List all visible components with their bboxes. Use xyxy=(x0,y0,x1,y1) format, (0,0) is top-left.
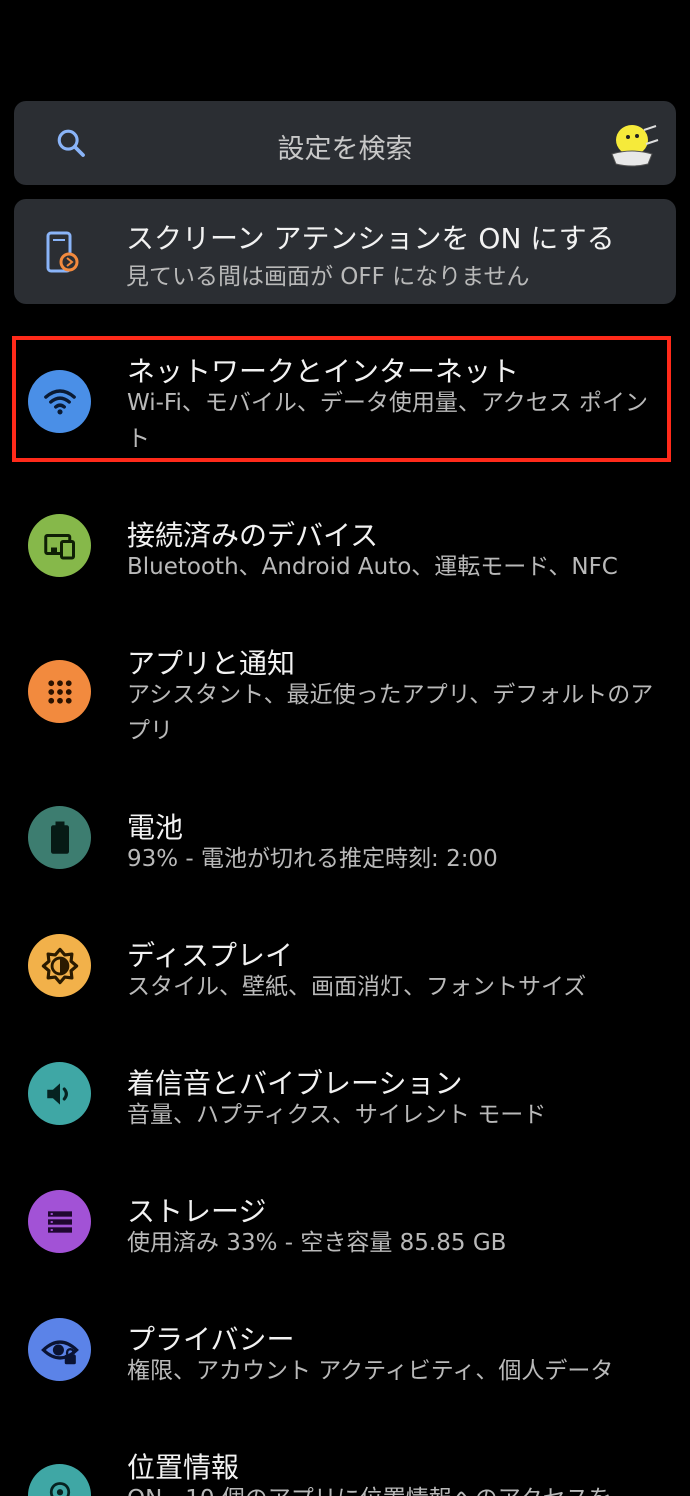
settings-item-sound[interactable]: 着信音とバイブレーション 音量、ハプティクス、サイレント モード xyxy=(0,1060,690,1150)
settings-item-storage[interactable]: ストレージ 使用済み 33% - 空き容量 85.85 GB xyxy=(0,1188,690,1278)
suggestion-card[interactable]: スクリーン アテンションを ON にする 見ている間は画面が OFF になりませ… xyxy=(14,199,676,304)
settings-item-subtitle: 93% - 電池が切れる推定時刻: 2:00 xyxy=(127,846,498,872)
settings-screen: 設定を検索 スクリーン アテンションを ON にする 見ている間は画面が OFF… xyxy=(0,0,690,1496)
storage-icon xyxy=(28,1190,91,1253)
location-icon xyxy=(28,1464,91,1496)
settings-item-title: ディスプレイ xyxy=(127,939,294,972)
battery-icon xyxy=(28,806,91,869)
search-placeholder: 設定を検索 xyxy=(277,134,413,165)
settings-item-title: 着信音とバイブレーション xyxy=(127,1067,463,1100)
settings-item-title: 電池 xyxy=(127,811,184,844)
highlight-box xyxy=(12,336,671,462)
settings-item-subtitle: Bluetooth、Android Auto、運転モード、NFC xyxy=(127,554,618,580)
volume-icon xyxy=(28,1062,91,1125)
settings-item-subtitle: アシスタント、最近使ったアプリ、デフォルトのアプリ xyxy=(127,682,654,744)
settings-item-battery[interactable]: 電池 93% - 電池が切れる推定時刻: 2:00 xyxy=(0,804,690,894)
settings-item-privacy[interactable]: プライバシー 権限、アカウント アクティビティ、個人データ xyxy=(0,1316,690,1406)
settings-item-connected-devices[interactable]: 接続済みのデバイス Bluetooth、Android Auto、運転モード、N… xyxy=(0,512,690,602)
settings-item-display[interactable]: ディスプレイ スタイル、壁紙、画面消灯、フォントサイズ xyxy=(0,932,690,1022)
account-avatar[interactable] xyxy=(604,120,660,170)
settings-item-subtitle: 音量、ハプティクス、サイレント モード xyxy=(127,1102,547,1128)
settings-item-title: 位置情報 xyxy=(127,1451,240,1484)
search-bar[interactable]: 設定を検索 xyxy=(14,101,676,185)
privacy-eye-icon xyxy=(28,1318,91,1381)
apps-icon xyxy=(28,660,91,723)
settings-item-title: プライバシー xyxy=(127,1323,295,1356)
screen-attention-icon xyxy=(46,231,79,273)
settings-item-location[interactable]: 位置情報 ON - 10 個のアプリに位置情報へのアクセスを xyxy=(0,1444,690,1496)
settings-item-title: 接続済みのデバイス xyxy=(127,519,379,552)
settings-item-apps[interactable]: アプリと通知 アシスタント、最近使ったアプリ、デフォルトのアプリ xyxy=(0,640,690,750)
brightness-icon xyxy=(28,934,91,997)
settings-item-subtitle: スタイル、壁紙、画面消灯、フォントサイズ xyxy=(127,974,587,1000)
suggestion-title: スクリーン アテンションを ON にする xyxy=(126,222,615,255)
settings-item-subtitle: 使用済み 33% - 空き容量 85.85 GB xyxy=(127,1230,507,1256)
settings-item-title: ストレージ xyxy=(127,1195,267,1228)
settings-item-subtitle: 権限、アカウント アクティビティ、個人データ xyxy=(127,1358,614,1384)
settings-item-title: アプリと通知 xyxy=(127,647,296,680)
devices-icon xyxy=(28,514,91,577)
settings-item-subtitle: ON - 10 個のアプリに位置情報へのアクセスを xyxy=(127,1481,663,1496)
suggestion-subtitle: 見ている間は画面が OFF になりません xyxy=(126,264,530,290)
